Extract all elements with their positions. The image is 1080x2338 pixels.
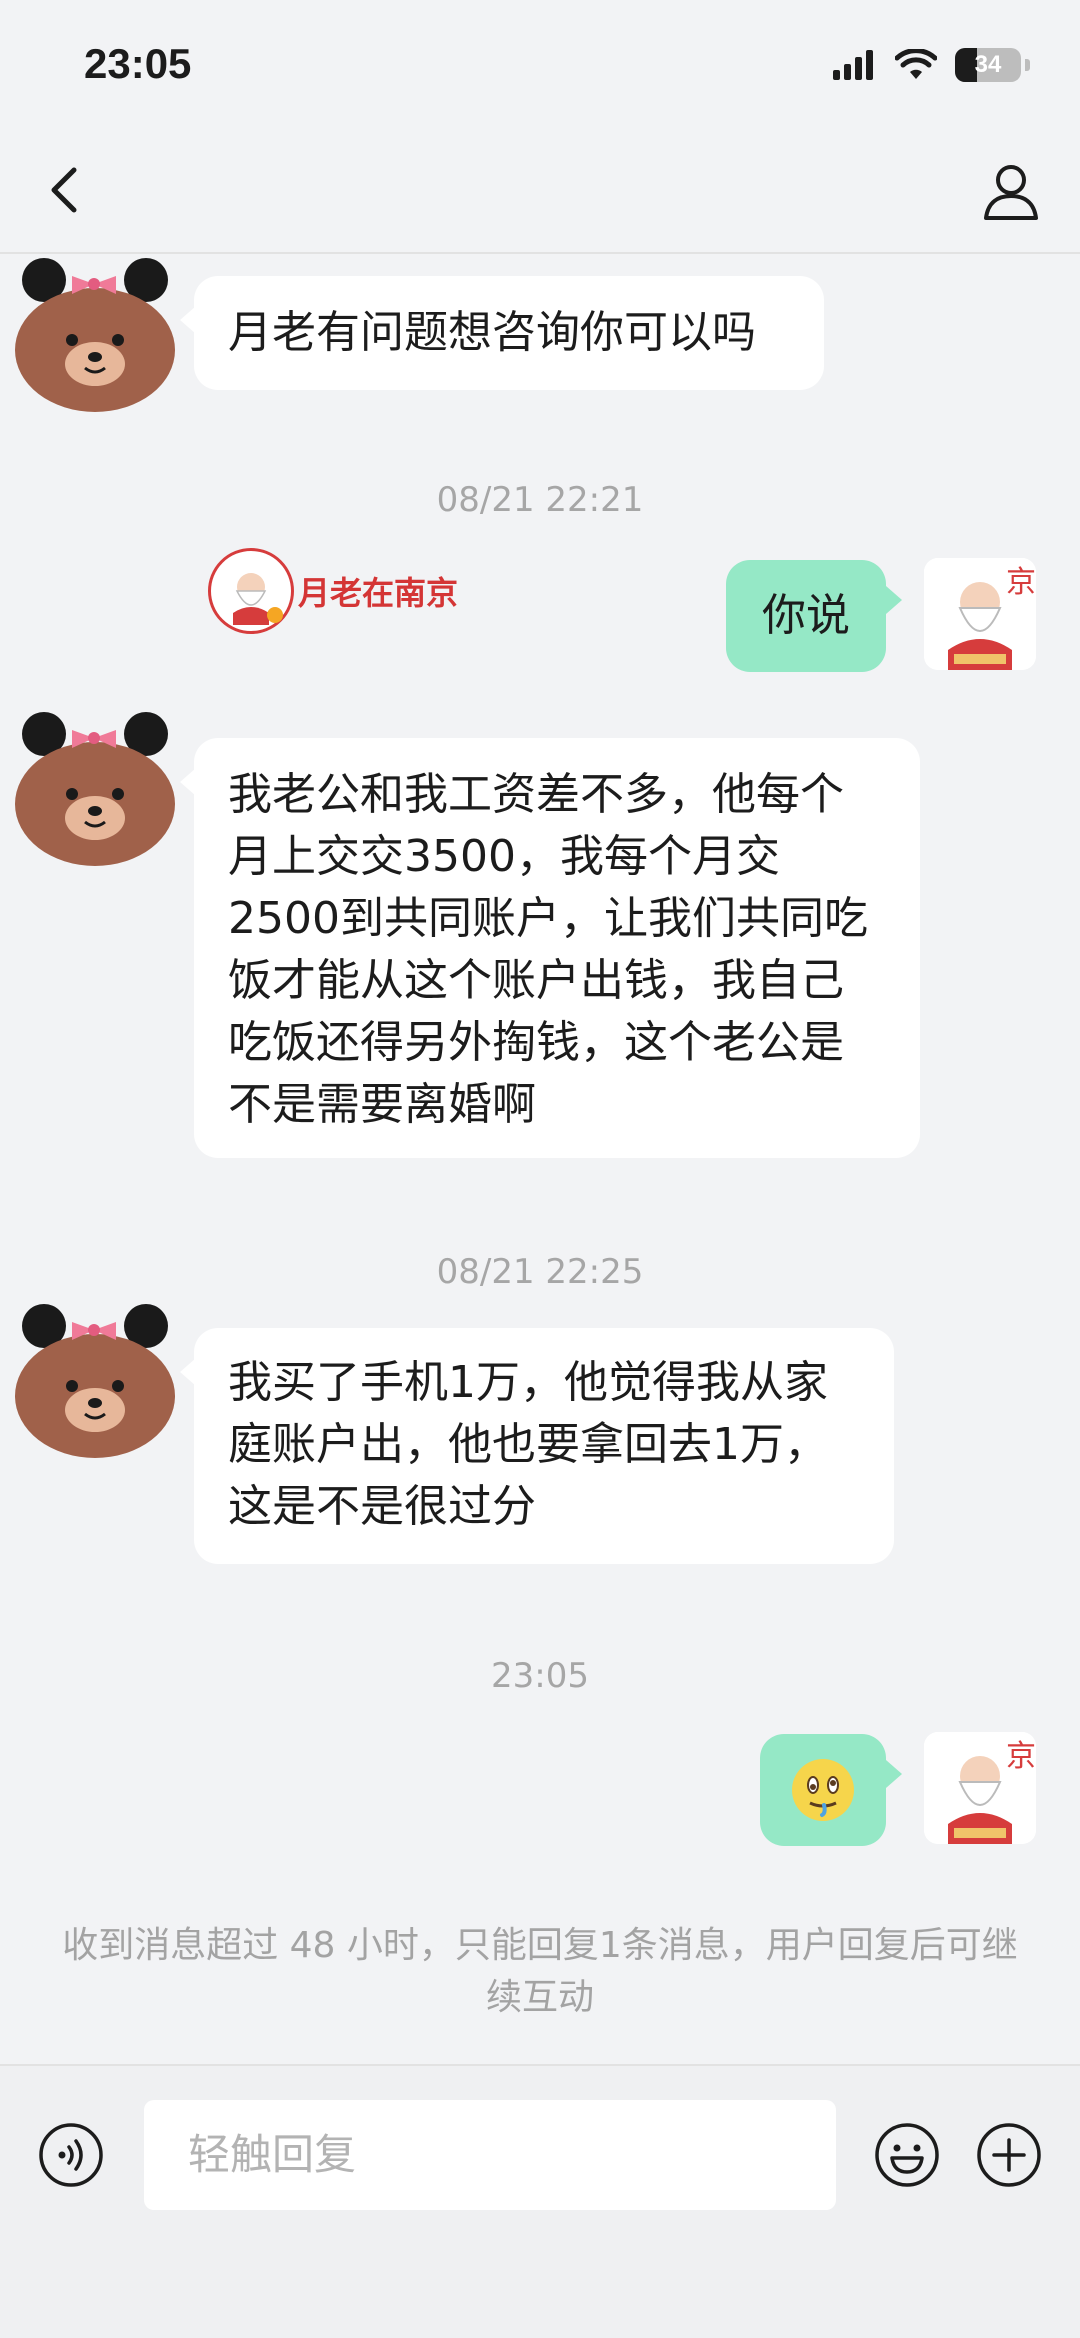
battery-level: 34 (974, 51, 1002, 78)
reply-input[interactable]: 轻触回复 (144, 2100, 836, 2210)
message-timestamp: 23:05 (491, 1656, 589, 1696)
message-text: 我老公和我工资差不多，他每个月上交交3500，我每个月交2500到共同账户，让我… (228, 769, 868, 1130)
reply-limit-notice: 收到消息超过 48 小时，只能回复1条消息，用户回复后可继续互动 (62, 1925, 1018, 2018)
user-avatar[interactable] (12, 708, 178, 868)
brand-watermark: 月老在南京 (208, 548, 458, 634)
contact-name (420, 160, 720, 220)
message-bubble[interactable]: 月老有问题想咨询你可以吗 (180, 276, 824, 390)
plus-icon[interactable] (976, 2122, 1042, 2188)
my-emoji-message-bubble[interactable] (760, 1734, 902, 1846)
battery-cap (1025, 59, 1030, 71)
my-message-bubble[interactable]: 你说 (726, 560, 902, 672)
message-timestamp: 08/21 22:25 (436, 1252, 644, 1292)
status-icons: 34 (833, 48, 1030, 82)
user-avatar[interactable] (12, 254, 178, 414)
emoji-icon[interactable] (874, 2122, 940, 2188)
message-text: 我买了手机1万，他觉得我从家庭账户出，他也要拿回去1万，这是不是很过分 (228, 1357, 828, 1532)
status-time: 23:05 (84, 40, 192, 87)
status-bar: 23:05 34 (0, 0, 1080, 130)
svg-text:京: 京 (1006, 1739, 1036, 1774)
brand-logo (208, 548, 294, 634)
back-icon[interactable] (36, 160, 96, 220)
profile-icon[interactable] (978, 158, 1044, 224)
message-text: 月老有问题想咨询你可以吗 (228, 307, 756, 358)
my-avatar[interactable]: 京 (924, 1732, 1036, 1844)
message-timestamp: 08/21 22:21 (436, 480, 644, 520)
my-avatar[interactable]: 京 (924, 558, 1036, 670)
wifi-icon (895, 49, 937, 79)
battery-icon: 34 (955, 48, 1021, 82)
svg-text:京: 京 (1006, 565, 1036, 600)
woozy-face-emoji-icon (792, 1759, 854, 1821)
signal-icon (833, 50, 873, 80)
message-text: 你说 (762, 590, 850, 641)
brand-name: 月老在南京 (298, 574, 459, 612)
message-bubble[interactable]: 我老公和我工资差不多，他每个月上交交3500，我每个月交2500到共同账户，让我… (180, 738, 920, 1158)
input-bar: 轻触回复 (0, 2064, 1080, 2338)
message-bubble[interactable]: 我买了手机1万，他觉得我从家庭账户出，他也要拿回去1万，这是不是很过分 (180, 1328, 894, 1564)
chat-header (0, 130, 1080, 254)
voice-icon[interactable] (38, 2122, 104, 2188)
user-avatar[interactable] (12, 1300, 178, 1460)
